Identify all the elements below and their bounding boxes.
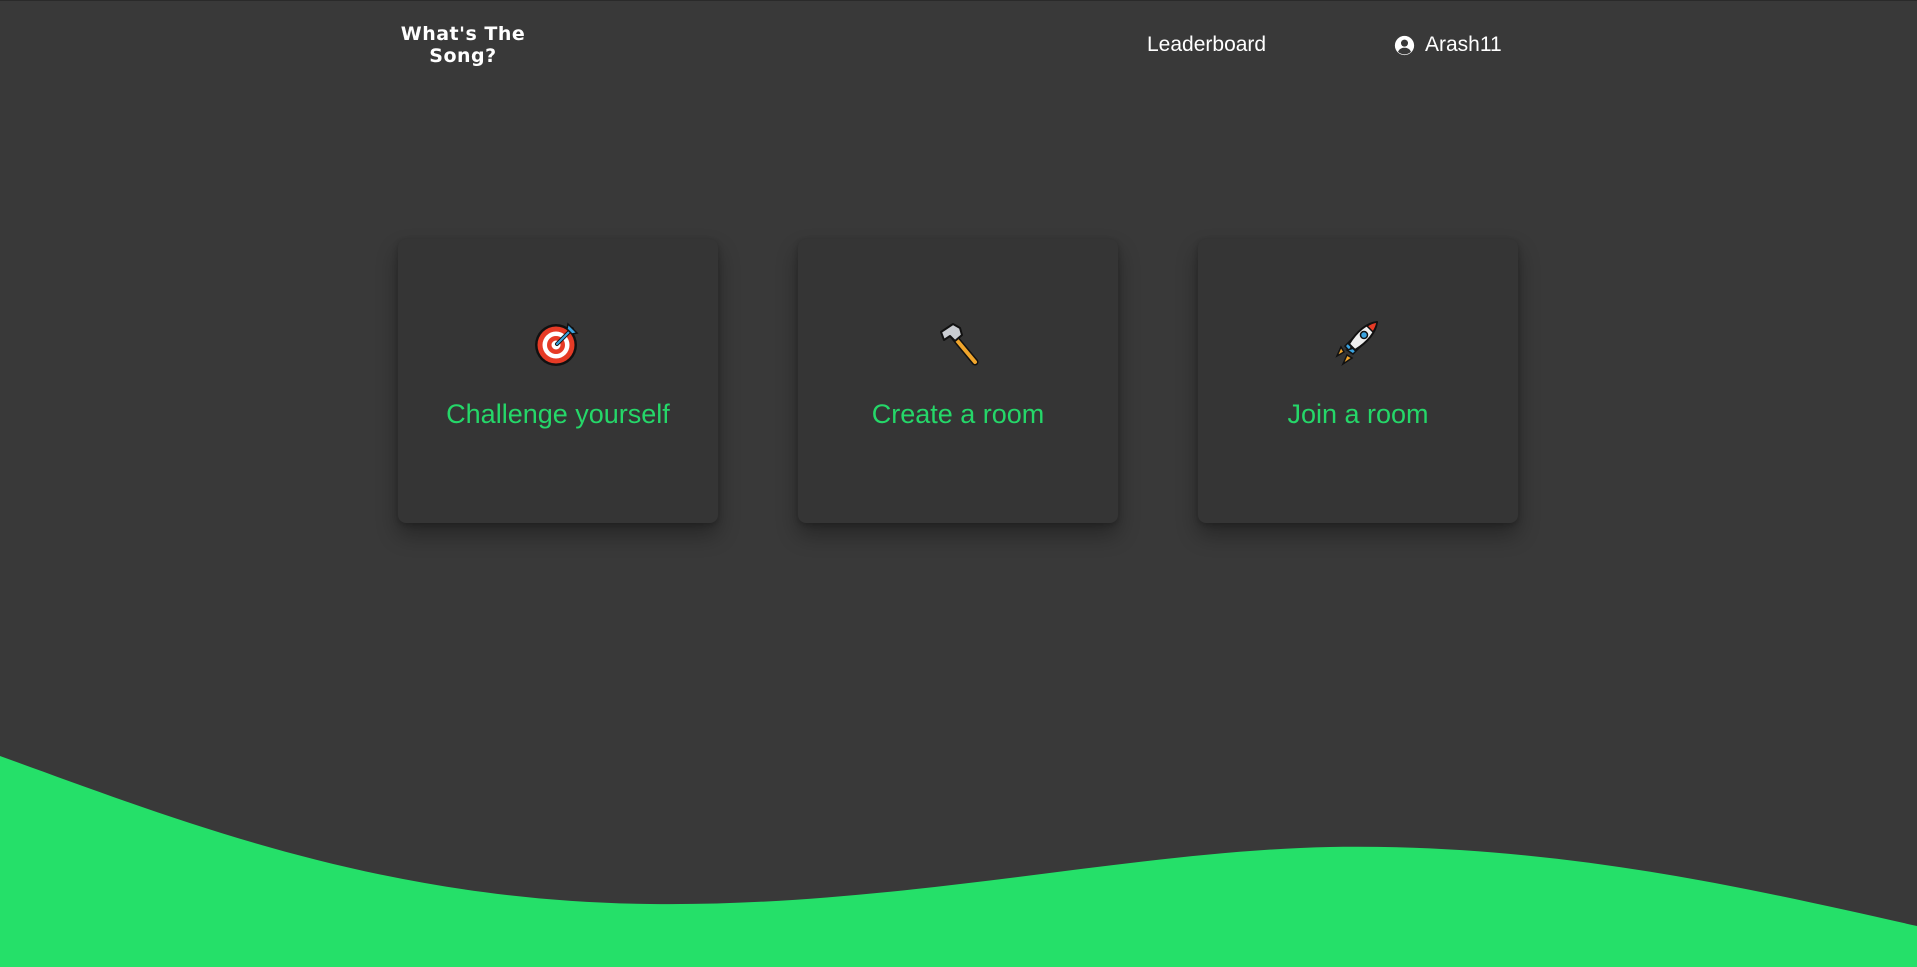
user-menu[interactable]: Arash11 xyxy=(1394,31,1502,59)
challenge-yourself-card[interactable]: Challenge yourself xyxy=(398,239,718,523)
hammer-icon xyxy=(940,323,979,366)
join-room-label: Join a room xyxy=(1287,399,1429,429)
nav-leaderboard-link[interactable]: Leaderboard xyxy=(1147,31,1266,59)
rocket-icon xyxy=(1335,321,1378,367)
page: What's The Song? Leaderboard Arash11 Cha… xyxy=(0,0,1917,967)
create-room-label: Create a room xyxy=(871,399,1045,429)
username: Arash11 xyxy=(1425,33,1502,56)
user-circle-icon xyxy=(1394,35,1415,55)
join-room-card[interactable]: Join a room xyxy=(1198,239,1518,523)
logo-line-2: Song? xyxy=(429,45,497,67)
create-room-card[interactable]: Create a room xyxy=(798,239,1118,523)
challenge-yourself-label: Challenge yourself xyxy=(446,399,670,429)
decorative-wave xyxy=(0,756,1917,967)
target-dart-icon xyxy=(535,322,579,366)
app-logo[interactable]: What's The Song? xyxy=(397,23,529,67)
logo-line-1: What's The xyxy=(400,23,526,45)
